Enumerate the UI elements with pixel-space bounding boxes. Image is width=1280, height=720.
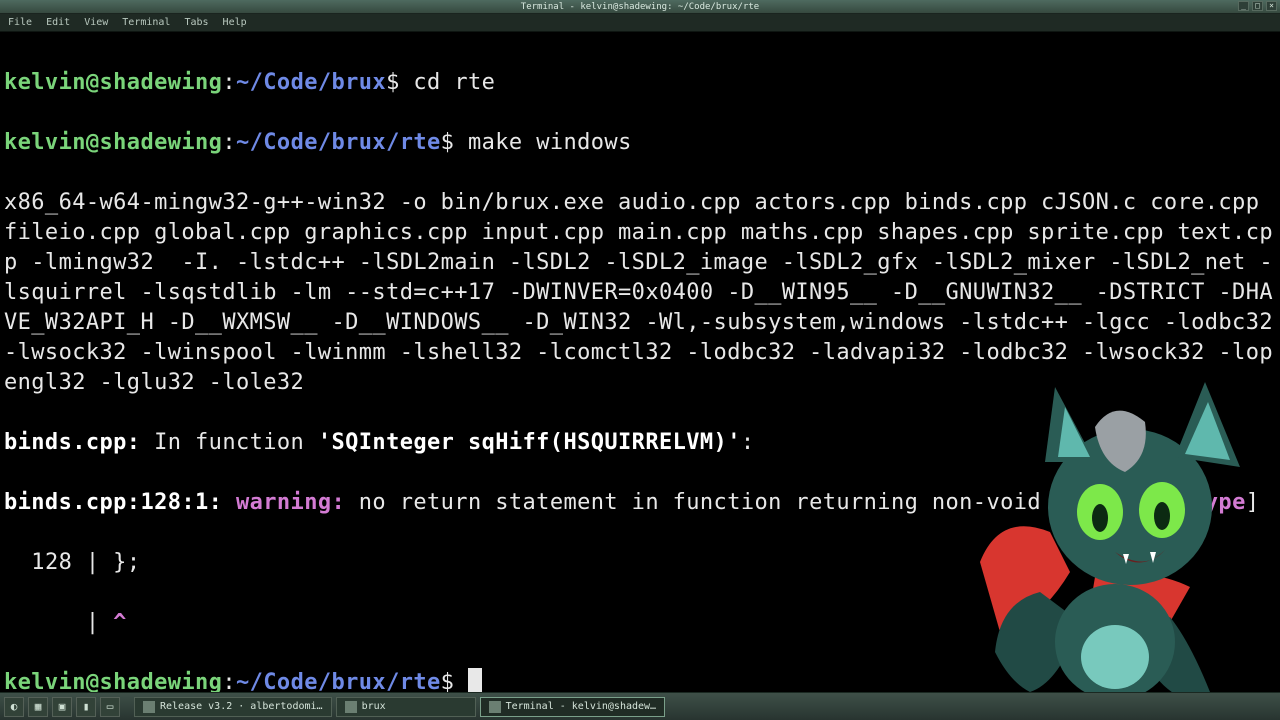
compiler-invocation: x86_64-w64-mingw32-g++-win32 -o bin/brux… [4,188,1276,398]
command-make: make windows [468,130,632,155]
start-menu-button[interactable]: ◐ [4,697,24,717]
show-desktop-icon[interactable]: ▭ [100,697,120,717]
menu-tabs[interactable]: Tabs [184,17,208,28]
menubar: File Edit View Terminal Tabs Help [0,14,1280,32]
warn-source-line: 128 | }; [4,548,1276,578]
warn-location-pos: binds.cpp:128:1: [4,490,236,515]
command-cd: cd rte [413,70,495,95]
folder-icon [345,701,357,713]
warning-flag: -Wreturn-type [1068,490,1245,515]
window-close-button[interactable]: × [1266,1,1277,11]
menu-view[interactable]: View [84,17,108,28]
window-maximize-button[interactable]: □ [1252,1,1263,11]
prompt-userhost: kelvin@shadewing [4,670,222,692]
menu-edit[interactable]: Edit [46,17,70,28]
menu-file[interactable]: File [8,17,32,28]
prompt-path: ~/Code/brux/rte [236,130,441,155]
terminal-launcher-icon[interactable]: ▮ [76,697,96,717]
warning-tag: warning: [236,490,359,515]
file-manager-launcher-icon[interactable]: ▦ [28,697,48,717]
prompt-path: ~/Code/brux/rte [236,670,441,692]
warn-location: binds.cpp: [4,430,140,455]
taskbar-item-release[interactable]: Release v3.2 · albertodomi… [134,697,332,717]
prompt-path: ~/Code/brux [236,70,386,95]
window-minimize-button[interactable]: _ [1238,1,1249,11]
app-icon [143,701,155,713]
prompt-userhost: kelvin@shadewing [4,70,222,95]
taskbar-item-brux[interactable]: brux [336,697,476,717]
window-titlebar: Terminal - kelvin@shadewing: ~/Code/brux… [0,0,1280,14]
browser-launcher-icon[interactable]: ▣ [52,697,72,717]
menu-help[interactable]: Help [223,17,247,28]
window-title: Terminal - kelvin@shadewing: ~/Code/brux… [521,2,759,12]
terminal-icon [489,701,501,713]
warn-caret: ^ [113,610,127,635]
menu-terminal[interactable]: Terminal [122,17,170,28]
terminal-cursor [468,668,482,692]
taskbar-item-terminal[interactable]: Terminal - kelvin@shadew… [480,697,666,717]
terminal-body[interactable]: kelvin@shadewing:~/Code/brux$ cd rte kel… [0,32,1280,692]
prompt-userhost: kelvin@shadewing [4,130,222,155]
desktop-taskbar: ◐ ▦ ▣ ▮ ▭ Release v3.2 · albertodomi… br… [0,692,1280,720]
